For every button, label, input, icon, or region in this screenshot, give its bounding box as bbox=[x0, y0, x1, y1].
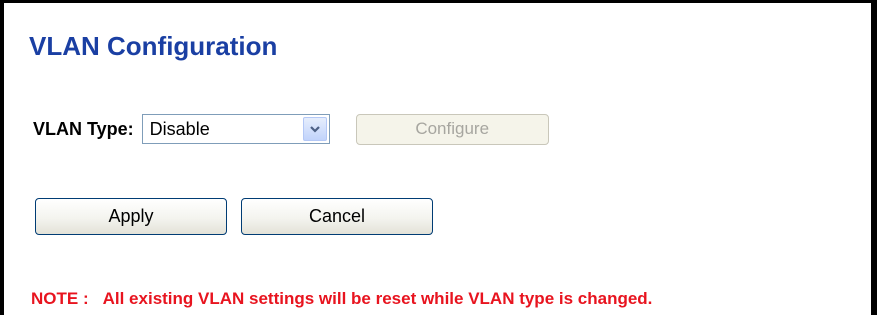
configure-button[interactable]: Configure bbox=[355, 113, 549, 145]
dropdown-arrow-button[interactable] bbox=[302, 117, 327, 141]
page-title: VLAN Configuration bbox=[29, 31, 278, 61]
vlan-type-select[interactable]: Disable bbox=[141, 114, 330, 144]
note-prefix: NOTE : bbox=[31, 289, 89, 308]
apply-button[interactable]: Apply bbox=[35, 198, 227, 235]
cancel-button[interactable]: Cancel bbox=[241, 198, 433, 235]
note-text: All existing VLAN settings will be reset… bbox=[102, 289, 653, 308]
vlan-type-selected-value: Disable bbox=[149, 118, 210, 139]
vlan-type-label: VLAN Type: bbox=[33, 118, 134, 139]
note-message: NOTE : All existing VLAN settings will b… bbox=[31, 289, 652, 309]
vlan-type-row: VLAN Type: Disable Configure bbox=[33, 113, 549, 145]
content-frame: VLAN Configuration VLAN Type: Disable Co… bbox=[0, 0, 877, 315]
chevron-down-icon bbox=[309, 126, 320, 133]
